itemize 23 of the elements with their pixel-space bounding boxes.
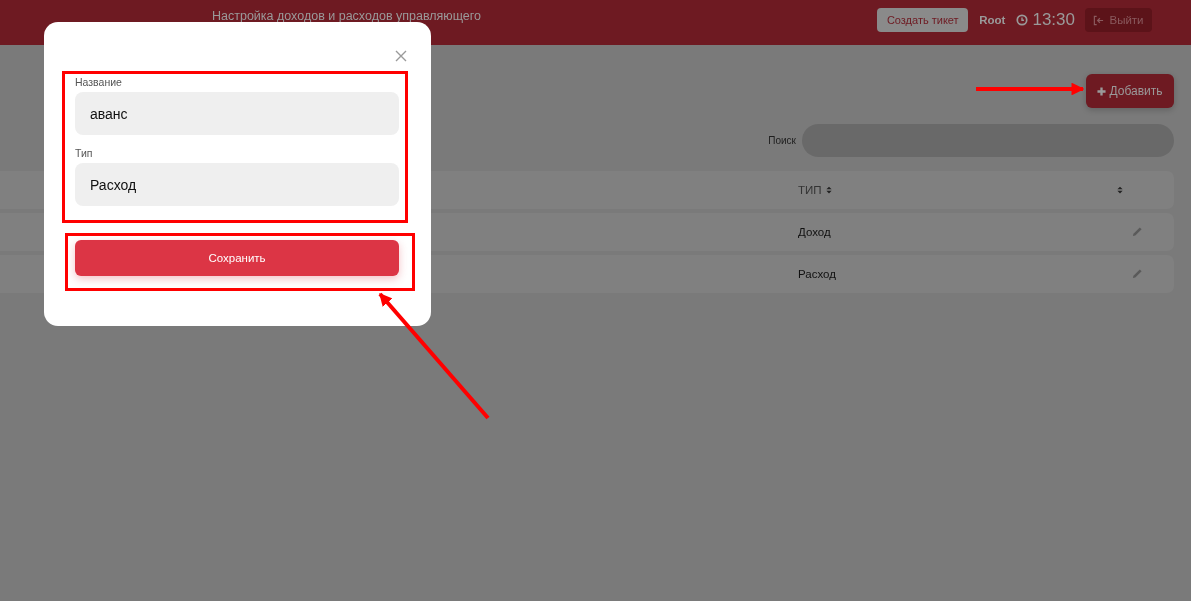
pencil-icon[interactable] <box>1132 267 1143 279</box>
clock-icon <box>1016 14 1029 26</box>
logout-button[interactable]: Выйти <box>1085 8 1152 32</box>
input-field[interactable]: Расход <box>75 163 399 206</box>
table-cell: Доход <box>798 226 831 238</box>
save-button[interactable]: Сохранить <box>75 240 399 276</box>
plus-icon <box>1097 86 1107 96</box>
field-label: Название <box>75 76 123 88</box>
create-ticket-button[interactable]: Создать тикет <box>877 8 969 32</box>
column-header[interactable]: ТИП <box>798 184 822 196</box>
close-icon[interactable] <box>395 50 407 62</box>
table-cell: Расход <box>798 268 836 280</box>
user-name: Root <box>979 14 1006 26</box>
search-label: Поиск <box>768 135 796 146</box>
pencil-icon[interactable] <box>1132 225 1143 237</box>
field-label: Тип <box>75 147 94 159</box>
add-button[interactable]: Добавить <box>1086 74 1174 108</box>
clock-time: 13:30 <box>1032 10 1075 30</box>
input-field[interactable]: аванс <box>75 92 399 135</box>
sort-icon[interactable] <box>1117 186 1123 194</box>
page-title: Настройка доходов и расходов управляющего <box>212 8 482 23</box>
sort-icon[interactable] <box>825 186 832 194</box>
logout-icon <box>1093 14 1105 26</box>
